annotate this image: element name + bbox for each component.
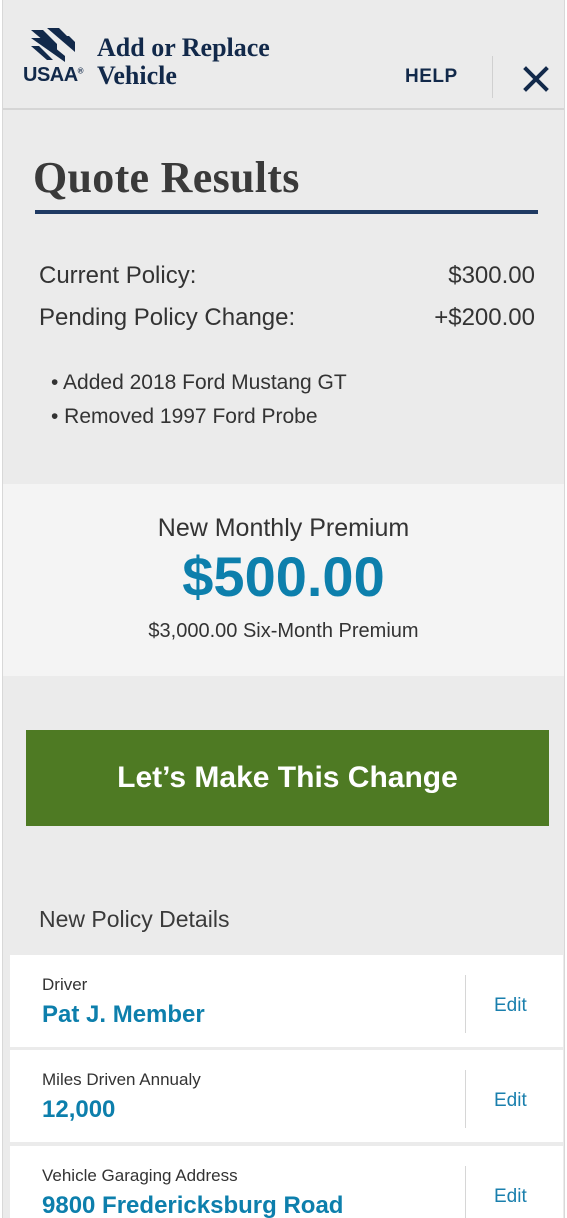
page-title: Quote Results [33, 153, 300, 202]
miles-value: 12,000 [42, 1096, 116, 1123]
change-item: • Added 2018 Ford Mustang GT [51, 371, 347, 394]
edit-miles-link[interactable]: Edit [494, 1090, 527, 1112]
card-divider [465, 1166, 466, 1218]
premium-amount: $500.00 [182, 545, 385, 608]
miles-label: Miles Driven Annualy [42, 1070, 201, 1089]
app-title: Add or Replace Vehicle [97, 34, 270, 90]
pending-change-label: Pending Policy Change: [39, 304, 296, 331]
close-icon [523, 66, 549, 92]
app-title-line1: Add or Replace [97, 33, 270, 62]
card-divider [465, 1070, 466, 1128]
title-rule [35, 210, 538, 214]
premium-panel: New Monthly Premium $500.00 $3,000.00 Si… [3, 484, 564, 676]
app-title-line2: Vehicle [97, 61, 177, 90]
address-value: 9800 Fredericksburg Road [42, 1192, 344, 1218]
brand-text: USAA® [23, 64, 84, 86]
miles-card: Miles Driven Annualy 12,000 Edit [10, 1050, 563, 1142]
change-item: • Removed 1997 Ford Probe [51, 405, 318, 428]
premium-label: New Monthly Premium [157, 514, 410, 542]
driver-value: Pat J. Member [42, 1001, 205, 1028]
six-month-premium: $3,000.00 Six-Month Premium [148, 620, 419, 642]
policy-details-heading: New Policy Details [39, 906, 230, 932]
usaa-logo: USAA® [23, 26, 95, 92]
garaging-address-card: Vehicle Garaging Address 9800 Fredericks… [10, 1146, 563, 1218]
eagle-icon [31, 28, 75, 62]
current-policy-label: Current Policy: [39, 262, 197, 289]
make-change-button[interactable]: Let’s Make This Change [26, 730, 549, 826]
card-divider [465, 975, 466, 1033]
current-policy-value: $300.00 [448, 262, 535, 289]
address-label: Vehicle Garaging Address [42, 1166, 238, 1185]
pending-change-row: Pending Policy Change: +$200.00 [39, 304, 535, 332]
close-button[interactable] [521, 64, 551, 94]
pending-change-value: +$200.00 [434, 304, 535, 331]
help-link[interactable]: HELP [405, 66, 458, 88]
edit-address-link[interactable]: Edit [494, 1186, 527, 1208]
driver-label: Driver [42, 975, 88, 994]
current-policy-row: Current Policy: $300.00 [39, 262, 535, 290]
header-divider [492, 56, 493, 98]
header: USAA® Add or Replace Vehicle HELP [3, 0, 564, 110]
driver-card: Driver Pat J. Member Edit [10, 955, 563, 1047]
change-list: • Added 2018 Ford Mustang GT • Removed 1… [51, 368, 347, 436]
app-panel: USAA® Add or Replace Vehicle HELP Quote … [2, 0, 565, 1218]
edit-driver-link[interactable]: Edit [494, 995, 527, 1017]
